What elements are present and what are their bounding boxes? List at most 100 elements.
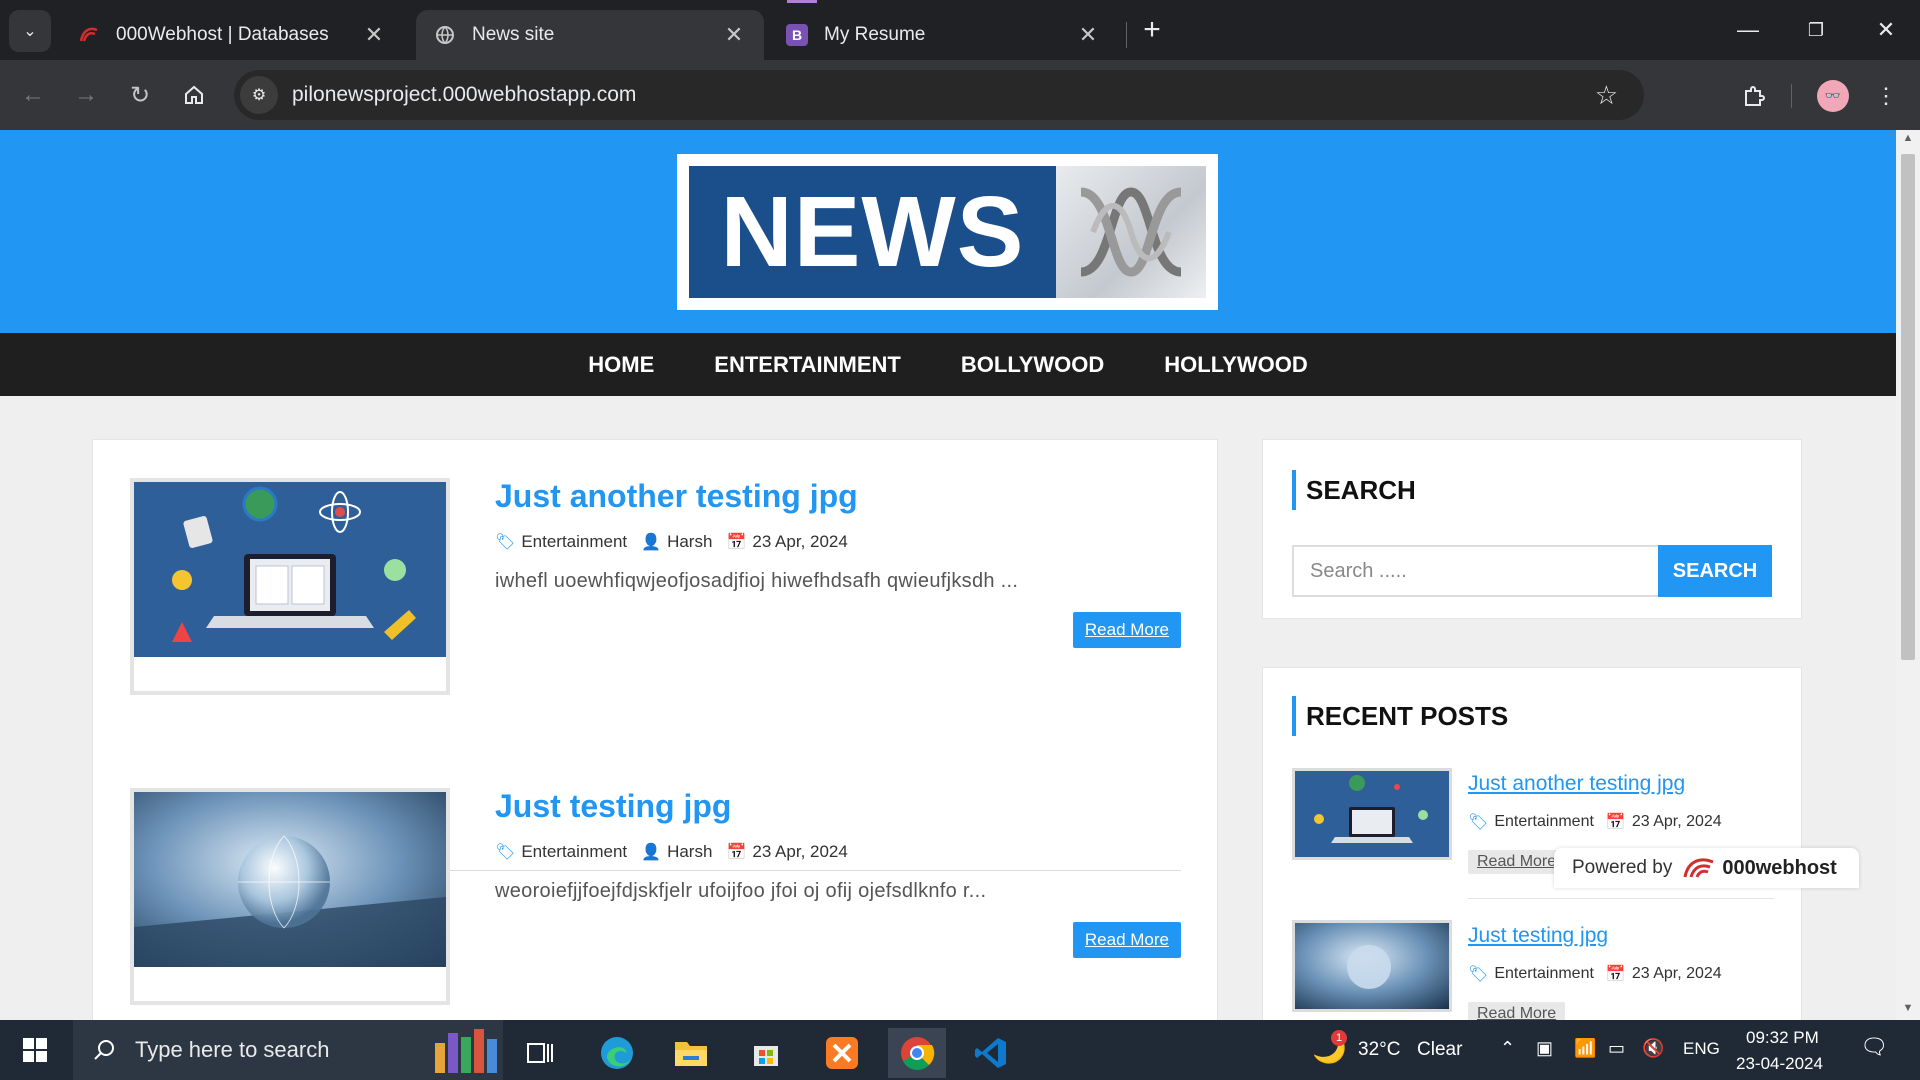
volume-muted-icon[interactable]: 🔇	[1642, 1038, 1664, 1059]
search-form: SEARCH	[1292, 545, 1772, 597]
close-icon[interactable]: ✕	[362, 22, 386, 48]
close-window-button[interactable]: ✕	[1864, 8, 1908, 52]
battery-icon[interactable]: ▭	[1608, 1038, 1625, 1059]
clock-date[interactable]: 23-04-2024	[1736, 1054, 1823, 1074]
browser-menu-button[interactable]: ⋮	[1866, 76, 1906, 116]
recent-post-category[interactable]: Entertainment	[1494, 813, 1594, 831]
recent-post-meta: 🏷 Entertainment 📅 23 Apr, 2024	[1468, 812, 1722, 832]
kebab-menu-icon: ⋮	[1875, 83, 1897, 108]
close-icon[interactable]: ✕	[722, 22, 746, 48]
address-bar[interactable]: ⚙ pilonewsproject.000webhostapp.com ☆	[234, 70, 1644, 120]
post-category[interactable]: Entertainment	[521, 842, 627, 862]
tags-icon: 🏷	[495, 534, 516, 551]
file-explorer-app[interactable]	[662, 1028, 720, 1078]
forward-button[interactable]: →	[67, 76, 105, 114]
minimize-button[interactable]: —	[1726, 8, 1770, 52]
windows-icon	[23, 1038, 47, 1062]
chrome-app[interactable]	[888, 1028, 946, 1078]
globe-icon	[434, 24, 456, 46]
post-title[interactable]: Just testing jpg	[495, 788, 731, 825]
task-view-button[interactable]	[511, 1028, 569, 1078]
recent-post-title[interactable]: Just another testing jpg	[1468, 772, 1685, 796]
post-author[interactable]: Harsh	[667, 532, 712, 552]
read-more-button[interactable]: Read More	[1072, 922, 1181, 958]
new-tab-button[interactable]: +	[1134, 12, 1170, 48]
powered-by-badge[interactable]: Powered by 000webhost	[1554, 848, 1859, 888]
xampp-app[interactable]	[813, 1028, 871, 1078]
site-settings-icon[interactable]: ⚙	[240, 76, 278, 114]
scrollbar-thumb[interactable]	[1901, 154, 1915, 660]
input-language[interactable]: ENG	[1683, 1039, 1720, 1059]
nav-entertainment[interactable]: ENTERTAINMENT	[714, 352, 901, 378]
nav-hollywood[interactable]: HOLLYWOOD	[1164, 352, 1307, 378]
restore-button[interactable]: ❐	[1794, 8, 1838, 52]
store-icon	[754, 1046, 778, 1066]
bookmark-star-icon[interactable]: ☆	[1595, 80, 1618, 111]
site-header: NEWS	[0, 130, 1896, 333]
reload-button[interactable]: ↻	[121, 76, 159, 114]
nav-bollywood[interactable]: BOLLYWOOD	[961, 352, 1104, 378]
chevron-up-icon[interactable]: ⌃	[1500, 1038, 1515, 1059]
scroll-up-icon[interactable]: ▲	[1896, 132, 1920, 150]
calendar-icon: 📅	[726, 534, 747, 551]
search-widget: SEARCH SEARCH	[1262, 439, 1802, 619]
meet-now-icon[interactable]: ▣	[1536, 1038, 1553, 1059]
post-thumbnail[interactable]	[130, 788, 450, 1005]
wifi-icon[interactable]: 📶	[1574, 1038, 1596, 1059]
start-button[interactable]	[12, 1032, 58, 1068]
page-scrollbar[interactable]: ▲ ▼	[1896, 130, 1920, 1020]
calendar-icon: 📅	[1605, 814, 1626, 831]
tab-search-menu-button[interactable]: ⌄	[9, 10, 51, 52]
chevron-down-icon: ⌄	[23, 23, 37, 40]
recent-post-category[interactable]: Entertainment	[1494, 965, 1594, 983]
post-date: 23 Apr, 2024	[752, 842, 848, 861]
taskbar-search-box[interactable]: Type here to search	[73, 1020, 503, 1080]
tab-news-site[interactable]: News site ✕	[416, 10, 764, 60]
post-thumbnail[interactable]	[130, 478, 450, 695]
post-title[interactable]: Just another testing jpg	[495, 478, 858, 515]
search-heading: SEARCH	[1292, 470, 1416, 510]
site-logo[interactable]: NEWS	[677, 154, 1218, 310]
weather-temp[interactable]: 32°C	[1358, 1039, 1400, 1061]
recent-post-title[interactable]: Just testing jpg	[1468, 924, 1608, 948]
recent-divider	[1468, 898, 1774, 899]
tab-title: My Resume	[824, 24, 926, 45]
microsoft-store-app[interactable]	[737, 1028, 795, 1078]
tab-my-resume[interactable]: B My Resume ✕	[768, 10, 1118, 60]
puzzle-icon	[1745, 86, 1765, 106]
search-button[interactable]: SEARCH	[1658, 545, 1772, 597]
edge-app[interactable]	[588, 1028, 646, 1078]
scroll-down-icon[interactable]: ▼	[1896, 1002, 1920, 1020]
powered-brand: 000webhost	[1722, 856, 1837, 879]
home-button[interactable]	[175, 76, 213, 114]
url-text: pilonewsproject.000webhostapp.com	[292, 83, 637, 106]
post-category[interactable]: Entertainment	[521, 532, 627, 552]
tab-title: News site	[472, 24, 555, 45]
recent-post-thumbnail[interactable]	[1292, 768, 1452, 860]
arrow-right-icon: →	[74, 81, 98, 108]
nav-home[interactable]: HOME	[588, 352, 654, 378]
user-icon: 👤	[641, 534, 662, 551]
back-button[interactable]: ←	[14, 76, 52, 114]
user-icon: 👤	[641, 844, 662, 861]
read-more-button[interactable]: Read More	[1072, 612, 1181, 648]
edge-icon	[601, 1037, 633, 1069]
post-author[interactable]: Harsh	[667, 842, 712, 862]
clock-time[interactable]: 09:32 PM	[1746, 1028, 1819, 1048]
tags-icon: 🏷	[1468, 814, 1489, 831]
weather-badge: 1	[1331, 1030, 1347, 1046]
recent-read-more-button[interactable]: Read More	[1468, 1002, 1566, 1020]
tab-000webhost[interactable]: 000Webhost | Databases ✕	[60, 10, 404, 60]
search-input[interactable]	[1292, 545, 1658, 597]
extensions-button[interactable]	[1734, 76, 1774, 116]
recent-read-more-button[interactable]: Read More	[1468, 850, 1566, 874]
posts-list: Just another testing jpg 🏷 Entertainment …	[92, 439, 1218, 1020]
notifications-icon[interactable]: 🗨	[1860, 1034, 1888, 1060]
close-icon[interactable]: ✕	[1076, 22, 1100, 48]
arrow-left-icon: ←	[21, 81, 45, 108]
weather-condition[interactable]: Clear	[1417, 1039, 1462, 1061]
recent-post-thumbnail[interactable]	[1292, 920, 1452, 1012]
site-main-nav: HOME ENTERTAINMENT BOLLYWOOD HOLLYWOOD	[0, 333, 1896, 396]
vscode-app[interactable]	[962, 1028, 1020, 1078]
profile-avatar[interactable]: 👓	[1817, 80, 1849, 112]
